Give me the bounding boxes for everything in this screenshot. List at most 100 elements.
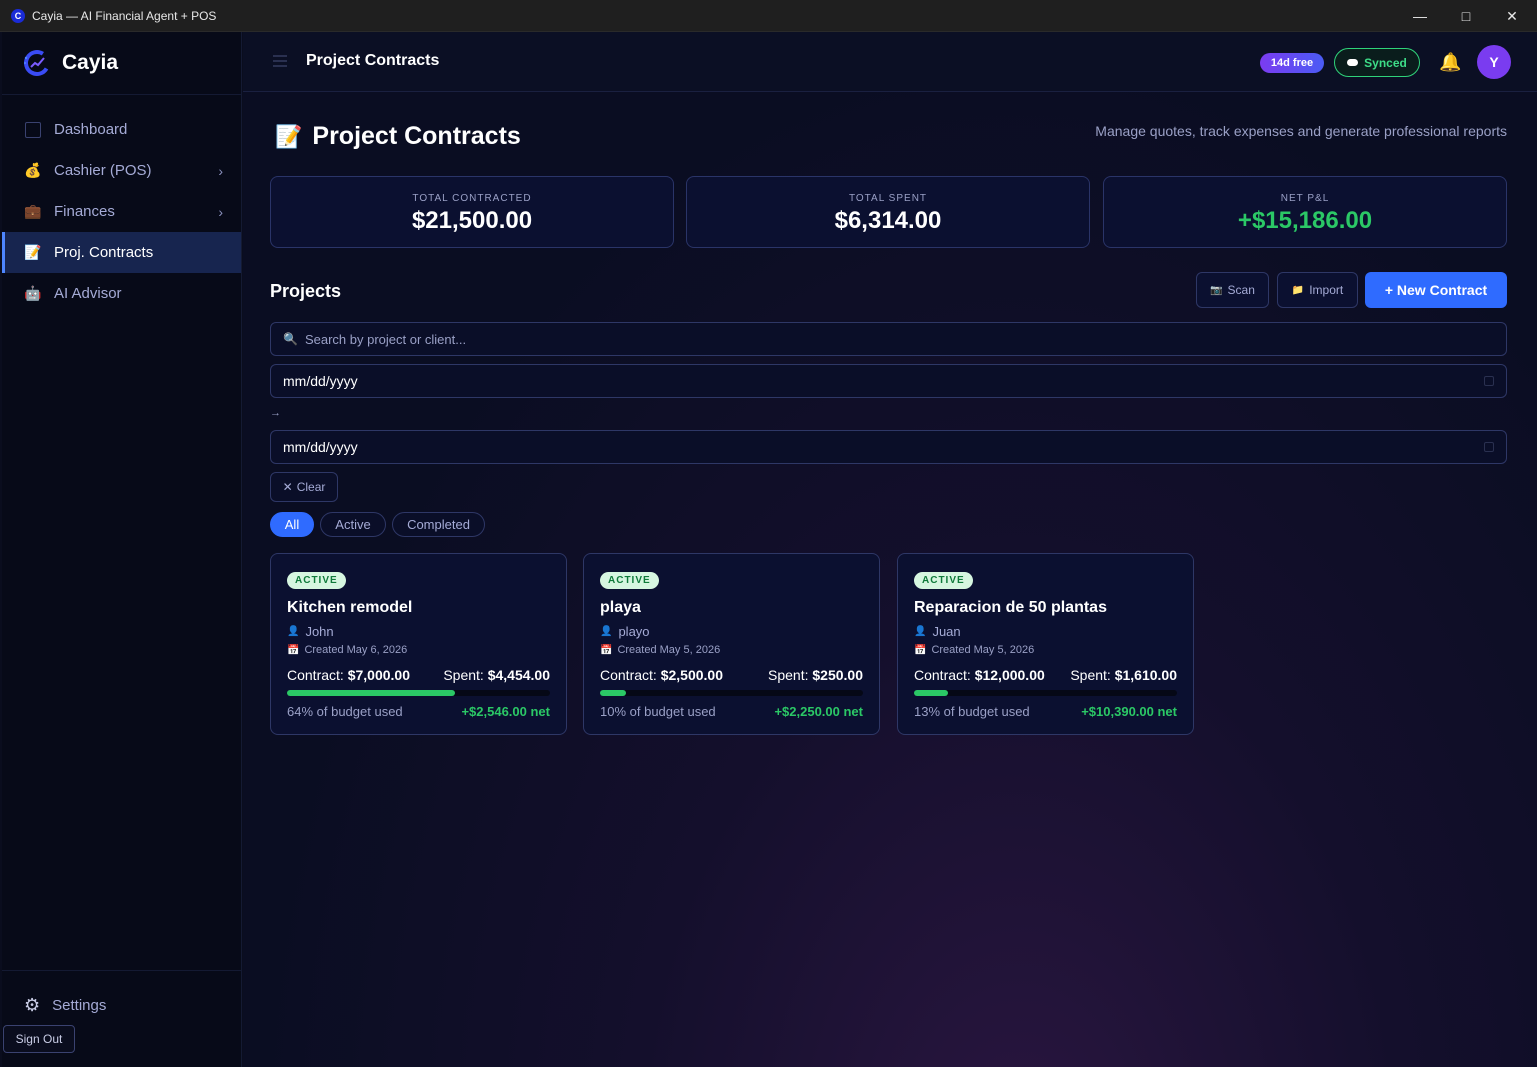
chevron-right-icon: › xyxy=(218,162,223,179)
money-row: Contract: $2,500.00 Spent: $250.00 xyxy=(600,667,863,683)
stat-label: TOTAL SPENT xyxy=(848,193,928,204)
date-from-value: mm/dd/yyyy xyxy=(283,373,358,389)
spent-label: Spent: xyxy=(1070,667,1111,683)
clear-filters-button[interactable]: ✕ Clear xyxy=(270,472,338,502)
chevron-right-icon: › xyxy=(218,203,223,220)
minimize-icon[interactable]: — xyxy=(1397,0,1443,32)
cloud-icon xyxy=(1347,59,1359,66)
settings-label: Settings xyxy=(52,996,107,1014)
date-range-separator: → xyxy=(270,407,281,419)
project-title: Reparacion de 50 plantas xyxy=(914,599,1107,616)
sidebar-footer: ⚙ Settings Sign Out xyxy=(2,970,242,1053)
client-name: playo xyxy=(618,624,650,639)
calendar-icon[interactable] xyxy=(1484,442,1494,452)
created-date: 📅 Created May 5, 2026 xyxy=(600,644,720,656)
page-subtitle: Manage quotes, track expenses and genera… xyxy=(1095,123,1507,139)
project-card[interactable]: ACTIVE Kitchen remodel 👤 John 📅 Created Ma… xyxy=(270,553,567,735)
sidebar: Cayia Dashboard 💰 Cashier (POS) › 💼 Fina… xyxy=(2,32,242,1067)
gear-icon: ⚙ xyxy=(24,994,41,1015)
person-icon: 👤 xyxy=(914,626,927,637)
briefcase-icon: 💼 xyxy=(24,203,42,219)
camera-icon: 📷 xyxy=(1210,284,1223,296)
window-titlebar: C Cayia — AI Financial Agent + POS — □ ✕ xyxy=(0,0,1537,32)
memo-icon: 📝 xyxy=(275,123,303,149)
sidebar-item-finances[interactable]: 💼 Finances › xyxy=(2,191,241,232)
sidebar-item-cashier[interactable]: 💰 Cashier (POS) › xyxy=(2,150,241,191)
money-row: Contract: $12,000.00 Spent: $1,610.00 xyxy=(914,667,1177,683)
person-icon: 👤 xyxy=(600,626,613,637)
created-text: Created May 6, 2026 xyxy=(304,644,408,656)
maximize-icon[interactable]: □ xyxy=(1443,0,1489,32)
stat-value: +$15,186.00 xyxy=(1237,207,1373,234)
project-title: Kitchen remodel xyxy=(287,599,413,616)
date-to-value: mm/dd/yyyy xyxy=(283,439,358,455)
projects-heading: Projects xyxy=(270,281,342,301)
stat-value: $21,500.00 xyxy=(411,207,533,234)
budget-progress-bar xyxy=(600,690,863,696)
spent-label: Spent: xyxy=(443,667,484,683)
budget-used-text: 64% of budget used xyxy=(287,704,403,719)
project-card[interactable]: ACTIVE Reparacion de 50 plantas 👤 Juan 📅 C… xyxy=(897,553,1194,735)
new-contract-button[interactable]: + New Contract xyxy=(1365,272,1507,308)
sidebar-nav: Dashboard 💰 Cashier (POS) › 💼 Finances ›… xyxy=(2,95,241,314)
brand[interactable]: Cayia xyxy=(2,32,241,95)
search-input[interactable]: 🔍 Search by project or client... xyxy=(270,322,1507,356)
created-date: 📅 Created May 5, 2026 xyxy=(914,644,1034,656)
contract-amount: Contract: $2,500.00 xyxy=(600,667,723,683)
created-text: Created May 5, 2026 xyxy=(617,644,721,656)
person-icon: 👤 xyxy=(287,626,300,637)
trial-badge[interactable]: 14d free xyxy=(1260,53,1324,73)
created-text: Created May 5, 2026 xyxy=(931,644,1035,656)
sign-out-button[interactable]: Sign Out xyxy=(3,1025,75,1053)
date-from-input[interactable]: mm/dd/yyyy xyxy=(270,364,1507,398)
spent-value: $1,610.00 xyxy=(1114,667,1177,683)
sidebar-item-label: Cashier (POS) xyxy=(54,162,152,179)
window-title: Cayia — AI Financial Agent + POS xyxy=(32,8,217,23)
spent-value: $250.00 xyxy=(812,667,863,683)
page-header: 📝 Project Contracts xyxy=(275,122,521,151)
folder-icon: 📁 xyxy=(1291,284,1305,296)
sidebar-item-proj-contracts[interactable]: 📝 Proj. Contracts xyxy=(2,232,241,273)
import-label: Import xyxy=(1309,283,1344,297)
project-title: playa xyxy=(600,599,641,616)
dashboard-icon xyxy=(24,121,42,139)
bell-icon[interactable]: 🔔 xyxy=(1439,52,1461,73)
sidebar-item-ai-advisor[interactable]: 🤖 AI Advisor xyxy=(2,273,241,314)
import-button[interactable]: 📁 Import xyxy=(1277,272,1358,308)
contract-value: $7,000.00 xyxy=(347,667,410,683)
net-amount: +$2,250.00 net xyxy=(774,704,863,719)
filter-active[interactable]: Active xyxy=(320,512,386,537)
calendar-icon: 📅 xyxy=(287,644,300,656)
memo-icon: 📝 xyxy=(24,244,42,260)
menu-icon[interactable] xyxy=(273,55,287,67)
app-icon: C xyxy=(11,8,25,23)
calendar-icon[interactable] xyxy=(1484,376,1494,386)
scan-button[interactable]: 📷 Scan xyxy=(1196,272,1269,308)
close-icon[interactable]: ✕ xyxy=(1489,0,1535,32)
settings-link[interactable]: ⚙ Settings xyxy=(2,987,242,1023)
filter-all[interactable]: All xyxy=(270,512,314,537)
sidebar-item-dashboard[interactable]: Dashboard xyxy=(2,109,241,150)
status-badge: ACTIVE xyxy=(287,572,346,589)
date-to-input[interactable]: mm/dd/yyyy xyxy=(270,430,1507,464)
avatar[interactable]: Y xyxy=(1477,45,1511,79)
net-amount: +$2,546.00 net xyxy=(461,704,550,719)
card-footer: 13% of budget used +$10,390.00 net xyxy=(914,704,1177,719)
money-row: Contract: $7,000.00 Spent: $4,454.00 xyxy=(287,667,550,683)
contract-value: $2,500.00 xyxy=(660,667,723,683)
spent-amount: Spent: $250.00 xyxy=(768,667,863,683)
search-icon: 🔍 xyxy=(283,332,298,346)
filter-completed[interactable]: Completed xyxy=(392,512,485,537)
page-title: Project Contracts xyxy=(312,122,521,150)
contract-label: Contract: xyxy=(914,667,971,683)
client: 👤 playo xyxy=(600,624,650,639)
scan-label: Scan xyxy=(1227,283,1255,297)
spent-amount: Spent: $1,610.00 xyxy=(1070,667,1177,683)
budget-used-text: 10% of budget used xyxy=(600,704,716,719)
contract-label: Contract: xyxy=(600,667,657,683)
robot-icon: 🤖 xyxy=(24,285,42,301)
client: 👤 John xyxy=(287,624,334,639)
main-content: Project Contracts 14d free Synced 🔔 Y 📝 … xyxy=(243,32,1537,1067)
sync-status-button[interactable]: Synced xyxy=(1334,48,1420,77)
project-card[interactable]: ACTIVE playa 👤 playo 📅 Created May 5, 2026… xyxy=(583,553,880,735)
